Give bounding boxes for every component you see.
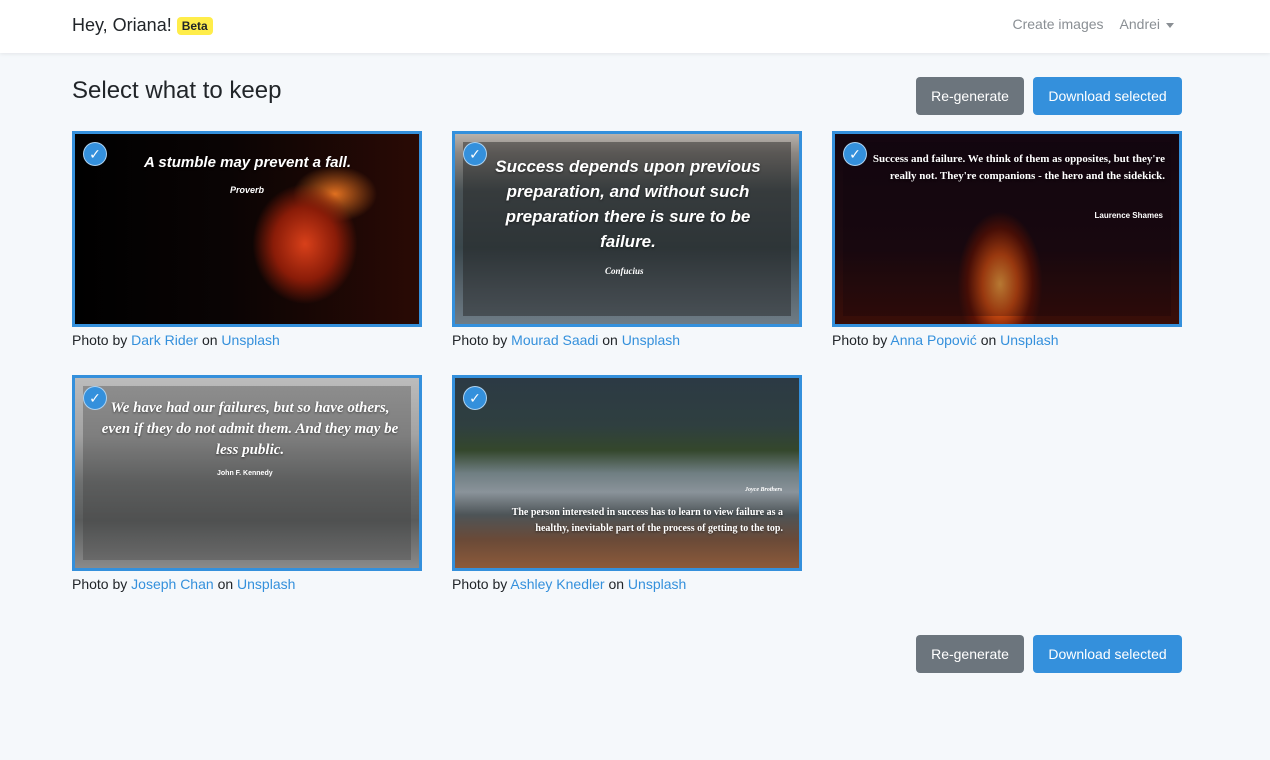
selected-check-icon[interactable]: ✓ (843, 142, 867, 166)
brand[interactable]: Hey, Oriana! Beta (72, 15, 213, 36)
credit-prefix: Photo by (452, 332, 508, 348)
credit-on: on (201, 332, 218, 348)
quote-text: The person interested in success has to … (511, 507, 783, 534)
credit-prefix: Photo by (72, 576, 128, 592)
image-thumbnail[interactable]: Success and failure. We think of them as… (832, 131, 1182, 327)
unsplash-link[interactable]: Unsplash (221, 332, 279, 348)
credit-on: on (980, 332, 997, 348)
credit-on: on (602, 332, 618, 348)
selected-check-icon[interactable]: ✓ (83, 386, 107, 410)
photographer-link[interactable]: Joseph Chan (131, 576, 214, 592)
user-menu-dropdown[interactable]: Andrei (1120, 16, 1174, 32)
photo-credit: Photo by Dark Rider on Unsplash (72, 330, 422, 350)
image-thumbnail[interactable]: ✓ Joyce Brothers The person interested i… (452, 375, 802, 571)
photographer-link[interactable]: Ashley Knedler (510, 576, 604, 592)
image-card: Success and failure. We think of them as… (832, 131, 1182, 350)
hot-spring-image (455, 378, 799, 568)
regenerate-button-bottom[interactable]: Re-generate (916, 635, 1024, 673)
credit-on: on (608, 576, 625, 592)
selected-check-icon[interactable]: ✓ (463, 386, 487, 410)
credit-prefix: Photo by (452, 576, 508, 592)
user-menu-label: Andrei (1119, 16, 1160, 32)
image-card: ✓ A stumble may prevent a fall. Proverb … (72, 131, 422, 350)
nav-right: Create images Andrei (996, 16, 1174, 32)
quote-author: Proverb (230, 185, 265, 195)
caret-down-icon (1166, 22, 1174, 28)
download-selected-button-top[interactable]: Download selected (1033, 77, 1182, 115)
page-title: Select what to keep (72, 77, 282, 104)
quote-author: John F. Kennedy (217, 470, 273, 477)
photo-credit: Photo by Mourad Saadi on Unsplash (452, 330, 802, 350)
unsplash-link[interactable]: Unsplash (622, 332, 680, 348)
brand-text: Hey, Oriana! (72, 15, 172, 35)
download-selected-button-bottom[interactable]: Download selected (1033, 635, 1182, 673)
photographer-link[interactable]: Dark Rider (131, 332, 198, 348)
quote-author: Confucius (605, 266, 644, 276)
credit-prefix: Photo by (832, 332, 888, 348)
unsplash-link[interactable]: Unsplash (1000, 332, 1058, 348)
create-images-link[interactable]: Create images (1012, 16, 1103, 32)
beta-badge: Beta (176, 16, 213, 35)
credit-on: on (217, 576, 234, 592)
quote-author: Joyce Brothers (745, 487, 783, 493)
image-thumbnail[interactable]: Success depends upon previous preparatio… (452, 131, 802, 327)
image-card: We have had our failures, but so have ot… (72, 375, 422, 594)
image-card: Success depends upon previous preparatio… (452, 131, 802, 350)
photographer-link[interactable]: Mourad Saadi (511, 332, 598, 348)
quote-author: Laurence Shames (1094, 211, 1163, 220)
unsplash-link[interactable]: Unsplash (628, 576, 686, 592)
selected-check-icon[interactable]: ✓ (463, 142, 487, 166)
credit-prefix: Photo by (72, 332, 128, 348)
photo-credit: Photo by Anna Popović on Unsplash (832, 330, 1182, 350)
selected-check-icon[interactable]: ✓ (83, 142, 107, 166)
photo-credit: Photo by Joseph Chan on Unsplash (72, 574, 422, 594)
navbar: Hey, Oriana! Beta Create images Andrei (0, 0, 1270, 53)
quote-text: Success and failure. We think of them as… (872, 153, 1165, 182)
unsplash-link[interactable]: Unsplash (237, 576, 295, 592)
image-card: ✓ Joyce Brothers The person interested i… (452, 375, 802, 594)
quote-text: Success depends upon previous preparatio… (495, 157, 761, 251)
photo-credit: Photo by Ashley Knedler on Unsplash (452, 574, 802, 594)
photographer-link[interactable]: Anna Popović (890, 332, 976, 348)
regenerate-button-top[interactable]: Re-generate (916, 77, 1024, 115)
image-thumbnail[interactable]: We have had our failures, but so have ot… (72, 375, 422, 571)
quote-text: We have had our failures, but so have ot… (101, 400, 399, 458)
quote-text: A stumble may prevent a fall. (143, 154, 351, 171)
image-thumbnail[interactable]: ✓ A stumble may prevent a fall. Proverb (72, 131, 422, 327)
